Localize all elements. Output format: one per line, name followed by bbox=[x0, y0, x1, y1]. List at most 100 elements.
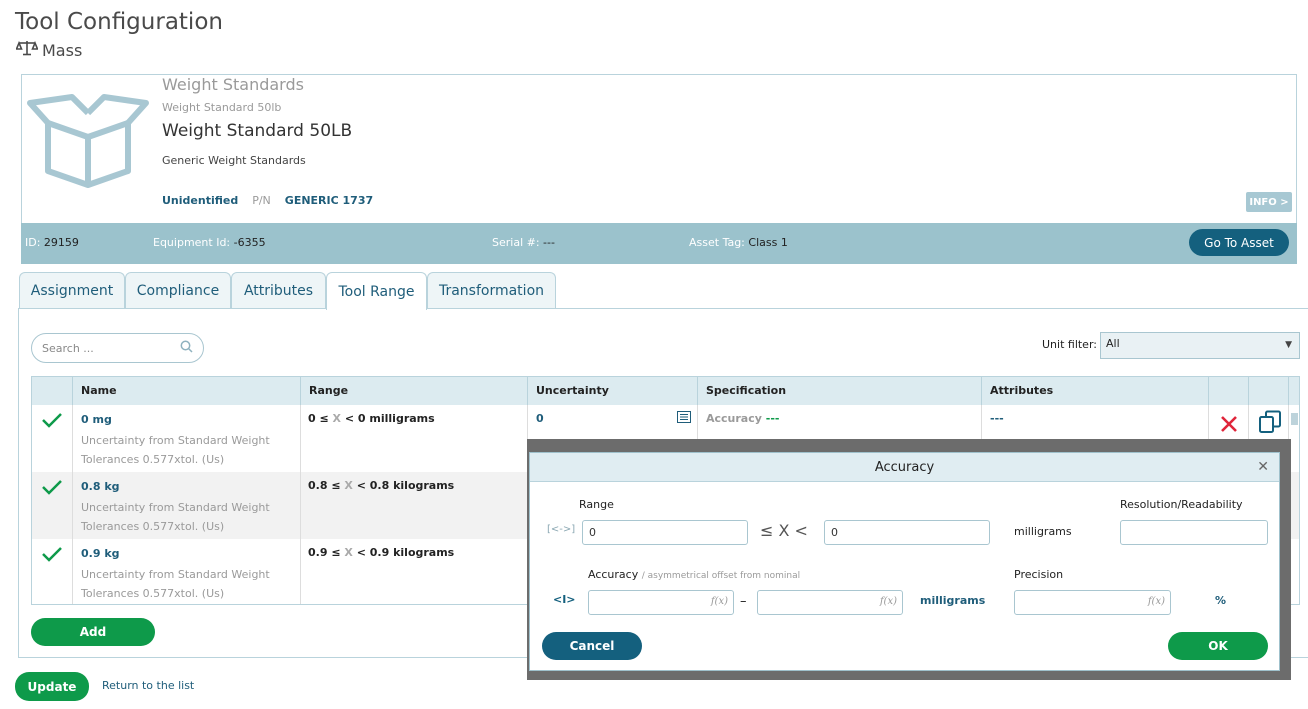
tab-compliance[interactable]: Compliance bbox=[125, 272, 231, 309]
tab-tool-range[interactable]: Tool Range bbox=[326, 272, 427, 310]
asset-tag-label: Asset Tag: bbox=[689, 236, 745, 249]
range-note: Uncertainty from Standard Weight Toleran… bbox=[81, 434, 270, 466]
pn-label: P/N bbox=[252, 194, 271, 207]
serial-label: Serial #: bbox=[492, 236, 540, 249]
range-label: Range bbox=[579, 498, 614, 511]
range-high: < 0.8 kilograms bbox=[356, 479, 455, 492]
asset-id-value: 29159 bbox=[43, 236, 79, 249]
check-icon bbox=[41, 412, 63, 431]
function-icon[interactable]: f(x) bbox=[1148, 596, 1165, 607]
range-high: < 0 milligrams bbox=[344, 412, 435, 425]
page-subtitle: Mass bbox=[15, 40, 83, 60]
go-to-asset-button[interactable]: Go To Asset bbox=[1189, 229, 1289, 256]
range-x: X bbox=[344, 479, 353, 492]
list-icon[interactable] bbox=[677, 411, 691, 426]
range-low: 0.8 ≤ bbox=[308, 479, 341, 492]
col-header-scroll bbox=[1289, 377, 1299, 405]
dialog-title: Accuracy bbox=[874, 459, 935, 475]
search-icon bbox=[180, 340, 193, 356]
resolution-input[interactable] bbox=[1120, 520, 1268, 545]
function-icon[interactable]: f(x) bbox=[711, 596, 728, 607]
search-input[interactable]: Search ... bbox=[31, 333, 204, 363]
asset-tag: Asset Tag: Class 1 bbox=[689, 236, 788, 249]
accuracy-dash: – bbox=[740, 594, 747, 609]
cancel-button[interactable]: Cancel bbox=[542, 632, 642, 660]
copy-icon[interactable] bbox=[1258, 410, 1282, 437]
scrollbar-thumb[interactable] bbox=[1291, 413, 1298, 425]
range-operator: ≤ X < bbox=[760, 521, 808, 540]
spec-label: Accuracy bbox=[706, 412, 762, 425]
asset-category-sub: Weight Standard 50lb bbox=[162, 101, 282, 114]
resolution-label: Resolution/Readability bbox=[1120, 498, 1243, 511]
range-value: 0.8 ≤ X < 0.8 kilograms bbox=[308, 479, 454, 492]
asset-id: ID: 29159 bbox=[25, 236, 79, 249]
unit-filter-select[interactable]: All ▼ bbox=[1100, 332, 1300, 359]
asset-ident-row: Unidentified P/N GENERIC 1737 bbox=[162, 194, 373, 207]
scale-icon bbox=[15, 40, 39, 60]
caret-down-icon: ▼ bbox=[1285, 340, 1292, 350]
return-to-list-link[interactable]: Return to the list bbox=[102, 679, 194, 692]
range-low: 0.9 ≤ bbox=[308, 546, 341, 559]
spec-value[interactable]: Accuracy --- bbox=[706, 412, 779, 425]
tab-assignment[interactable]: Assignment bbox=[19, 272, 125, 309]
asset-status: Unidentified bbox=[162, 194, 239, 207]
search-placeholder: Search ... bbox=[42, 341, 94, 355]
equipment-id-value: -6355 bbox=[233, 236, 266, 249]
check-icon bbox=[41, 479, 63, 498]
range-high-input[interactable]: 0 bbox=[824, 520, 990, 545]
col-header-attributes[interactable]: Attributes bbox=[982, 377, 1209, 405]
range-name[interactable]: 0.8 kg bbox=[81, 480, 120, 493]
range-x: X bbox=[344, 546, 353, 559]
ok-button[interactable]: OK bbox=[1168, 632, 1268, 660]
close-icon[interactable]: ✕ bbox=[1257, 459, 1269, 475]
attributes-value[interactable]: --- bbox=[990, 412, 1004, 425]
asset-info-bar: ID: 29159 Equipment Id: -6355 Serial #: … bbox=[21, 223, 1297, 264]
range-x: X bbox=[332, 412, 342, 425]
col-header-copy bbox=[1249, 377, 1289, 405]
col-header-name[interactable]: Name bbox=[73, 377, 301, 405]
accuracy-label: Accuracy / asymmetrical offset from nomi… bbox=[588, 568, 800, 581]
accuracy-high-input[interactable]: f(x) bbox=[757, 590, 903, 615]
col-header-uncertainty[interactable]: Uncertainty bbox=[528, 377, 698, 405]
accuracy-dialog: Accuracy ✕ Range [<->] 0 ≤ X < 0 milligr… bbox=[529, 452, 1280, 671]
precision-unit: % bbox=[1215, 594, 1227, 607]
pn-value: GENERIC 1737 bbox=[284, 194, 374, 207]
asset-category: Weight Standards bbox=[162, 75, 304, 94]
range-bracket-icon: [<->] bbox=[547, 524, 576, 535]
equipment-id-label: Equipment Id: bbox=[153, 236, 231, 249]
info-button[interactable]: INFO > bbox=[1246, 192, 1292, 212]
precision-label: Precision bbox=[1014, 568, 1064, 581]
equipment-id: Equipment Id: -6355 bbox=[153, 236, 266, 249]
accuracy-label-text: Accuracy bbox=[588, 568, 639, 581]
delete-icon[interactable] bbox=[1220, 415, 1238, 436]
col-header-delete bbox=[1209, 377, 1249, 405]
unit-filter-label: Unit filter: bbox=[1042, 338, 1097, 351]
dialog-header: Accuracy ✕ bbox=[530, 453, 1279, 482]
range-note: Uncertainty from Standard Weight Toleran… bbox=[81, 568, 270, 600]
col-header-check bbox=[32, 377, 73, 405]
serial-number: Serial #: --- bbox=[492, 236, 555, 249]
update-button[interactable]: Update bbox=[15, 672, 89, 701]
check-icon bbox=[41, 546, 63, 565]
col-header-range[interactable]: Range bbox=[301, 377, 528, 405]
subtitle-text: Mass bbox=[42, 40, 83, 60]
col-header-specification[interactable]: Specification bbox=[698, 377, 982, 405]
add-button[interactable]: Add bbox=[31, 618, 155, 646]
serial-value: --- bbox=[543, 236, 555, 249]
range-name[interactable]: 0 mg bbox=[81, 413, 112, 426]
precision-input[interactable]: f(x) bbox=[1014, 590, 1171, 615]
range-low: 0 ≤ bbox=[308, 412, 329, 425]
asset-card: Weight Standards Weight Standard 50lb We… bbox=[21, 74, 1297, 264]
function-icon[interactable]: f(x) bbox=[880, 596, 897, 607]
accuracy-unit-link[interactable]: milligrams bbox=[920, 594, 985, 607]
offset-arrows-icon: <I> bbox=[553, 593, 576, 606]
tab-attributes[interactable]: Attributes bbox=[231, 272, 326, 309]
range-note: Uncertainty from Standard Weight Toleran… bbox=[81, 501, 270, 533]
tab-transformation[interactable]: Transformation bbox=[427, 272, 556, 309]
asset-tag-value: Class 1 bbox=[748, 236, 788, 249]
box-icon bbox=[24, 93, 152, 192]
range-low-input[interactable]: 0 bbox=[582, 520, 748, 545]
range-name[interactable]: 0.9 kg bbox=[81, 547, 120, 560]
uncertainty-value[interactable]: 0 bbox=[536, 412, 544, 425]
accuracy-low-input[interactable]: f(x) bbox=[588, 590, 734, 615]
